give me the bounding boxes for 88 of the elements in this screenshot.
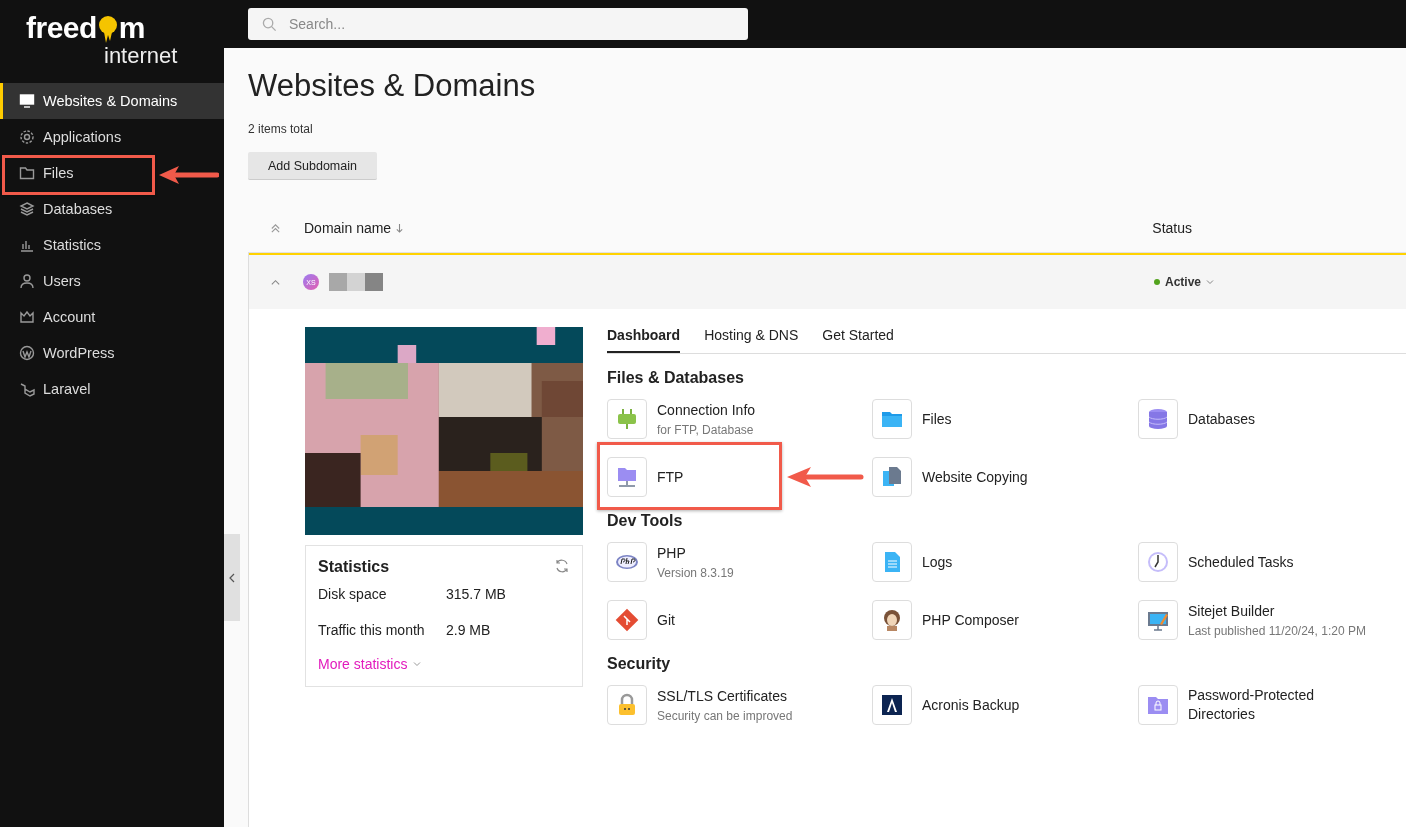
tab[interactable]: Hosting & DNS [704,327,799,353]
tool-name[interactable]: Logs [922,552,953,572]
sidebar-toggle[interactable] [224,534,240,621]
tool-name[interactable]: Connection Info [657,401,756,420]
tab[interactable]: Get Started [822,327,894,353]
sidebar-item[interactable]: Websites & Domains [0,83,224,119]
tool-note: Version 8.3.19 [657,566,734,580]
sort-arrow-icon [395,222,405,234]
item-count: 2 items total [248,122,314,136]
tool-tile[interactable] [607,600,647,640]
tool-name[interactable]: Git [657,610,675,630]
callout-arrow [157,164,219,186]
tool-tile[interactable] [1138,600,1178,640]
tool-note: Last published 11/20/24, 1:20 PM [1188,624,1366,638]
logo-wordmark: freed [26,12,97,44]
tool-tile[interactable] [1138,399,1178,439]
database-icon [1146,407,1170,431]
tab[interactable]: Dashboard [607,327,681,353]
tool-name[interactable]: Databases [1188,409,1255,429]
more-statistics-link[interactable]: More statistics [318,656,570,672]
tool-tile[interactable] [607,399,647,439]
clock-icon [1146,550,1170,574]
pixelated-domain-name [329,273,383,291]
stat-value: 2.9 MB [446,622,491,638]
tool-tile[interactable] [872,457,912,497]
wordpress-icon [19,345,35,361]
sidebar-item[interactable]: Laravel [0,371,224,407]
tool-name[interactable]: Scheduled Tasks [1188,552,1294,572]
layers-icon [19,201,35,217]
tool-tile[interactable] [607,457,647,497]
tool-tile[interactable] [607,542,647,582]
sidebar-item[interactable]: Users [0,263,224,299]
sidebar-item[interactable]: Applications [0,119,224,155]
tool-name[interactable]: PHP [657,544,734,563]
triangle-logo-icon [880,693,904,717]
tool-name[interactable]: Files [922,409,952,429]
chevron-left-icon [229,572,235,583]
user-icon [19,273,35,289]
tool-name[interactable]: SSL/TLS Certificates [657,687,793,706]
tool-tile[interactable] [872,600,912,640]
documents-icon [880,465,904,489]
crown-icon [19,309,35,325]
tool-name[interactable]: Sitejet Builder [1188,602,1358,621]
tool-tile[interactable] [872,399,912,439]
stat-label: Disk space [318,586,388,602]
column-header[interactable]: Status [1152,220,1192,236]
tool-tile[interactable] [1138,685,1178,725]
column-header[interactable]: Domain name [304,220,392,236]
stat-label: Traffic this month [318,622,426,638]
laravel-icon [19,381,35,397]
sidebar-item[interactable]: Statistics [0,227,224,263]
tool-tile[interactable] [607,685,647,725]
tool-name[interactable]: Website Copying [922,467,1028,487]
collapse-all-icon[interactable] [270,222,281,234]
logo-tagline: internet [104,44,179,68]
tool-tile[interactable] [872,685,912,725]
gear-icon [19,129,35,145]
page-title: Websites & Domains [248,68,537,104]
search-icon [262,17,277,32]
sidebar-item[interactable]: Files [0,155,224,191]
sidebar-item[interactable]: Account [0,299,224,335]
tool-tile[interactable] [872,542,912,582]
search-field[interactable]: Search... [248,8,748,40]
card-title: Statistics [318,558,390,576]
add-subdomain-button[interactable]: Add Subdomain [248,152,377,180]
plug-icon [615,407,639,431]
sidebar-item[interactable]: WordPress [0,335,224,371]
tool-note: Security can be improved [657,709,793,723]
folder-icon [19,165,35,181]
section-title: Dev Tools [607,512,684,530]
caret-icon [1206,279,1214,285]
monitor-icon [19,93,35,109]
section-title: Files & Databases [607,369,745,387]
logo-wordmark: m [118,12,146,44]
section-title: Security [607,655,672,673]
tool-name[interactable]: Password-Protected Directories [1188,686,1358,724]
tool-name[interactable]: FTP [657,467,684,487]
tool-note: for FTP, Database [657,423,755,437]
stat-value: 315.7 MB [446,586,506,602]
network-folder-icon [615,465,639,489]
status-dot-icon [1153,279,1160,285]
status-label[interactable]: Active [1153,275,1214,289]
tool-tile[interactable] [1138,542,1178,582]
tool-name[interactable]: PHP Composer [922,610,1019,630]
refresh-icon[interactable] [554,558,570,574]
tool-name[interactable]: Acronis Backup [922,695,1020,715]
caret-icon [413,661,422,667]
sidebar-item[interactable]: Databases [0,191,224,227]
